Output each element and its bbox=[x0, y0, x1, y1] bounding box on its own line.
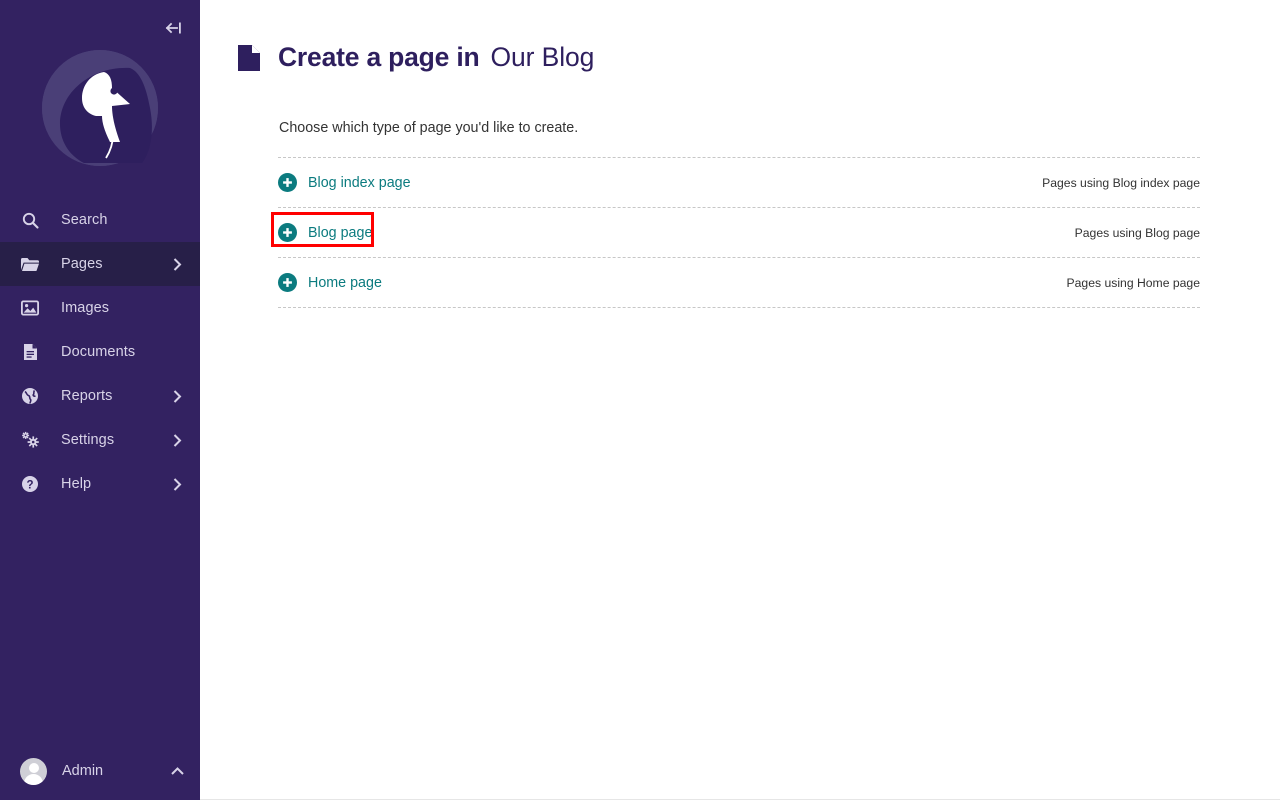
sidebar-nav: Search Pages Images Documents Reports Se… bbox=[0, 198, 200, 506]
chevron-right-icon bbox=[170, 389, 184, 403]
page-type-row-left: Blog page bbox=[270, 212, 375, 247]
page-type-row-home-page[interactable]: Home page Pages using Home page bbox=[278, 258, 1200, 307]
image-icon bbox=[20, 298, 40, 318]
sidebar-item-label: Help bbox=[61, 476, 92, 492]
page-type-link[interactable]: Blog index page bbox=[308, 175, 411, 191]
sidebar-item-label: Search bbox=[61, 212, 108, 228]
sidebar-item-label: Pages bbox=[61, 256, 103, 272]
sidebar-item-images[interactable]: Images bbox=[0, 286, 200, 330]
sidebar: Search Pages Images Documents Reports Se… bbox=[0, 0, 200, 800]
page-type-link[interactable]: Home page bbox=[308, 275, 382, 291]
sidebar-item-reports[interactable]: Reports bbox=[0, 374, 200, 418]
account-name: Admin bbox=[62, 763, 104, 779]
globe-icon bbox=[20, 386, 40, 406]
folder-icon bbox=[20, 254, 40, 274]
document-icon bbox=[20, 342, 40, 362]
wagtail-bird-logo[interactable] bbox=[0, 48, 200, 168]
sidebar-item-help[interactable]: ? Help bbox=[0, 462, 200, 506]
search-icon bbox=[20, 210, 40, 230]
page-type-row-left: Blog index page bbox=[278, 173, 411, 192]
page-document-icon bbox=[238, 44, 260, 71]
plus-circle-icon bbox=[278, 173, 297, 192]
page-type-usage-link[interactable]: Pages using Home page bbox=[1067, 276, 1200, 290]
sidebar-item-documents[interactable]: Documents bbox=[0, 330, 200, 374]
help-icon: ? bbox=[20, 474, 40, 494]
page-type-row-blog-page[interactable]: Blog page Pages using Blog page bbox=[270, 208, 1200, 257]
sidebar-item-label: Images bbox=[61, 300, 110, 316]
plus-circle-icon bbox=[278, 273, 297, 292]
divider bbox=[278, 307, 1200, 308]
avatar bbox=[20, 757, 47, 785]
chevron-right-icon bbox=[170, 433, 184, 447]
chevron-right-icon bbox=[170, 257, 184, 271]
sidebar-item-label: Reports bbox=[61, 388, 113, 404]
chevron-up-icon bbox=[170, 764, 184, 778]
page-header: Create a page in Our Blog bbox=[200, 0, 1280, 73]
sidebar-item-settings[interactable]: Settings bbox=[0, 418, 200, 462]
page-title-text: Create a page in bbox=[278, 42, 480, 72]
page-type-list: Blog index page Pages using Blog index p… bbox=[270, 157, 1200, 308]
gear-icon bbox=[20, 430, 40, 450]
page-type-row-left: Home page bbox=[278, 273, 382, 292]
chevron-right-icon bbox=[170, 477, 184, 491]
sidebar-item-pages[interactable]: Pages bbox=[0, 242, 200, 286]
sidebar-item-label: Documents bbox=[61, 344, 136, 360]
sidebar-item-search[interactable]: Search bbox=[0, 198, 200, 242]
account-menu[interactable]: Admin bbox=[0, 742, 200, 800]
plus-circle-icon bbox=[278, 223, 297, 242]
page-type-usage-link[interactable]: Pages using Blog index page bbox=[1042, 176, 1200, 190]
collapse-left-icon[interactable] bbox=[160, 14, 188, 42]
intro-text: Choose which type of page you'd like to … bbox=[279, 120, 579, 136]
sidebar-item-label: Settings bbox=[61, 432, 115, 448]
page-title: Create a page in Our Blog bbox=[278, 42, 594, 73]
page-type-row-blog-index[interactable]: Blog index page Pages using Blog index p… bbox=[278, 158, 1200, 207]
page-type-link[interactable]: Blog page bbox=[308, 225, 372, 241]
page-type-usage-link[interactable]: Pages using Blog page bbox=[1075, 226, 1200, 240]
main-content: Create a page in Our Blog Choose which t… bbox=[200, 0, 1280, 800]
svg-text:?: ? bbox=[26, 479, 33, 491]
parent-page-name: Our Blog bbox=[490, 42, 595, 72]
